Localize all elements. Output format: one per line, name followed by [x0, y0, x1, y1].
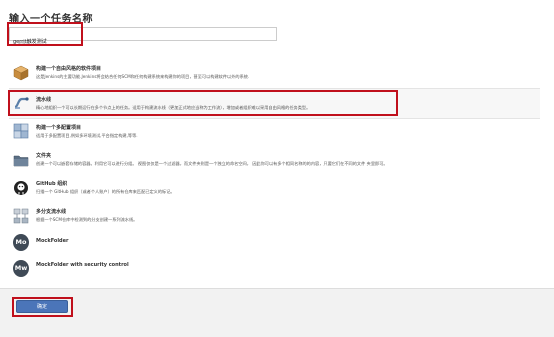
job-type-title: 文件夹 — [36, 153, 52, 159]
job-type-multibranch[interactable]: 多分支流水线 根据一个SCM仓库中检测到的分支创建一系列流水线。 — [9, 204, 540, 232]
job-type-mockfolder[interactable]: Mo MockFolder — [9, 232, 540, 257]
multibranch-icon — [13, 208, 29, 224]
job-type-description: 根据一个SCM仓库中检测到的分支创建一系列流水线。 — [36, 217, 138, 222]
required-hint: » 必填项 — [14, 41, 30, 46]
multi-config-icon — [13, 123, 29, 139]
job-type-freestyle[interactable]: 构建一个自由风格的软件项目 这是Jenkins的主要功能.Jenkins将会结合… — [9, 57, 540, 87]
job-type-title: 流水线 — [36, 97, 52, 103]
mock-folder-icon-letters: Mo — [13, 233, 29, 251]
mock-folder-icon: Mo — [13, 233, 29, 251]
page-title: 输入一个任务名称 — [9, 14, 93, 25]
item-name-input[interactable] — [10, 35, 276, 48]
job-type-github-org[interactable]: GitHub 组织 扫描一个 GitHub 组织（或者个人账户）的所有仓库来匹配… — [9, 176, 540, 204]
job-type-title: MockFolder with security control — [36, 262, 129, 268]
ok-button[interactable]: 确定 — [16, 300, 68, 313]
job-type-description: 适用于多配置项目,例如多环境测试,平台指定构建,等等. — [36, 133, 138, 138]
job-type-description: 这是Jenkins的主要功能.Jenkins将会结合任何SCM和任何构建系统来构… — [36, 74, 250, 79]
job-type-mockfolder-security[interactable]: Mw MockFolder with security control — [9, 257, 540, 282]
item-name-field[interactable] — [9, 27, 277, 48]
job-type-pipeline[interactable]: 流水线 精心地组织一个可以长期运行在多个节点上的任务。适用于构建流水线（更加正式… — [9, 88, 540, 119]
job-type-multi-config[interactable]: 构建一个多配置项目 适用于多配置项目,例如多环境测试,平台指定构建,等等. — [9, 120, 540, 148]
job-type-title: MockFolder — [36, 238, 69, 244]
job-type-title: 构建一个多配置项目 — [36, 125, 82, 131]
job-type-folder[interactable]: 文件夹 创建一个可以嵌套存储的容器。利用它可以进行分组。 视图仅仅是一个过滤器，… — [9, 148, 540, 176]
job-type-description: 扫描一个 GitHub 组织（或者个人账户）的所有仓库来匹配已定义的标记。 — [36, 189, 175, 194]
freestyle-box-icon — [13, 65, 29, 81]
footer-bar — [0, 288, 554, 337]
job-type-title: 构建一个自由风格的软件项目 — [36, 66, 102, 72]
job-type-title: 多分支流水线 — [36, 209, 67, 215]
pipeline-icon — [13, 95, 29, 111]
mock-folder-security-icon-letters: Mw — [13, 259, 29, 277]
job-type-description: 精心地组织一个可以长期运行在多个节点上的任务。适用于构建流水线（更加正式地应当称… — [36, 105, 311, 110]
mock-folder-security-icon: Mw — [13, 259, 29, 277]
job-type-description: 创建一个可以嵌套存储的容器。利用它可以进行分组。 视图仅仅是一个过滤器，而文件夹… — [36, 161, 388, 166]
job-type-title: GitHub 组织 — [36, 181, 68, 187]
github-icon — [13, 180, 29, 196]
folder-icon — [13, 152, 29, 168]
